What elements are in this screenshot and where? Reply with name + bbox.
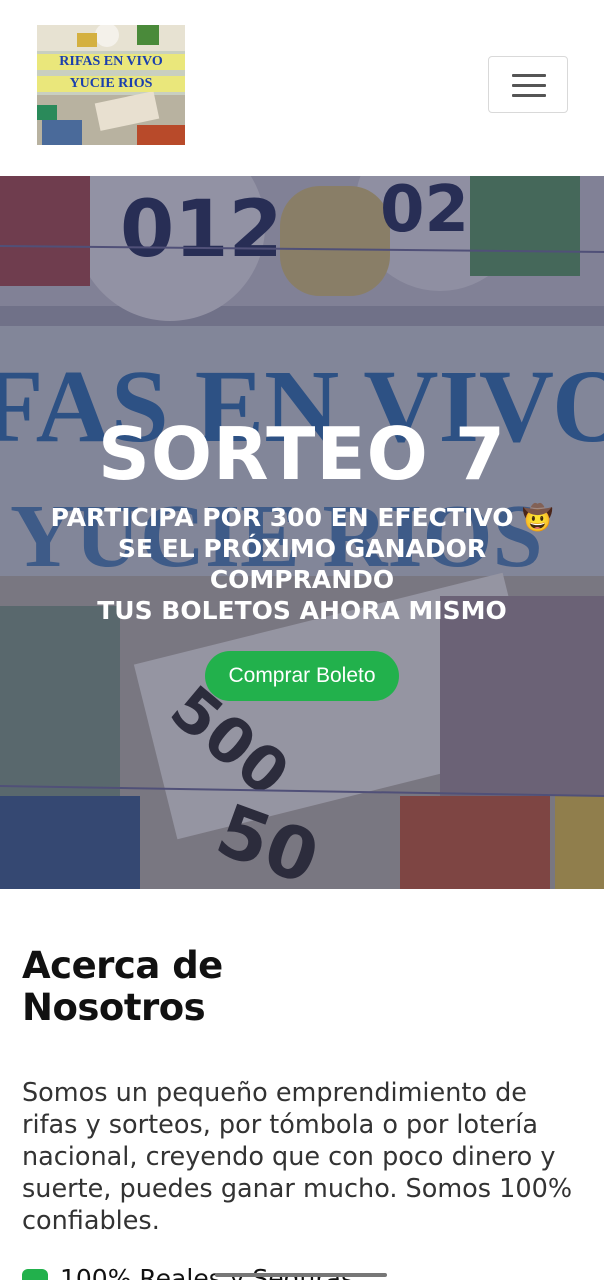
feature-item: 100% Reales y Seguras xyxy=(22,1262,582,1280)
shield-check-icon xyxy=(22,1269,48,1280)
hero-banner: 012 02 FAS EN VIVO YUCIE RIOS 500 50 SOR… xyxy=(0,176,604,889)
logo-line-2: YUCIE RIOS xyxy=(37,76,185,92)
hero-subtitle: PARTICIPA POR 300 EN EFECTIVO 🤠 SE EL PR… xyxy=(0,502,604,626)
hero-subtitle-line: PARTICIPA POR 300 EN EFECTIVO 🤠 xyxy=(50,503,554,532)
hero-title: SORTEO 7 xyxy=(98,412,506,496)
hero-subtitle-line: SE EL PRÓXIMO GANADOR xyxy=(117,534,487,563)
home-indicator[interactable] xyxy=(215,1273,387,1277)
hero-subtitle-line: TUS BOLETOS AHORA MISMO xyxy=(97,596,507,625)
menu-toggle-button[interactable] xyxy=(488,56,568,113)
feature-label: 100% Reales y Seguras xyxy=(60,1264,354,1280)
site-header: RIFAS EN VIVO YUCIE RIOS xyxy=(0,0,604,176)
logo-line-1: RIFAS EN VIVO xyxy=(37,54,185,70)
about-heading-line: Acerca de xyxy=(22,944,223,987)
about-heading: Acerca de Nosotros xyxy=(22,945,422,1029)
about-description: Somos un pequeño emprendimiento de rifas… xyxy=(22,1078,573,1236)
buy-ticket-button[interactable]: Comprar Boleto xyxy=(205,651,399,701)
brand-logo[interactable]: RIFAS EN VIVO YUCIE RIOS xyxy=(37,25,185,145)
hero-subtitle-line: COMPRANDO xyxy=(209,565,395,594)
about-heading-line: Nosotros xyxy=(22,986,206,1029)
